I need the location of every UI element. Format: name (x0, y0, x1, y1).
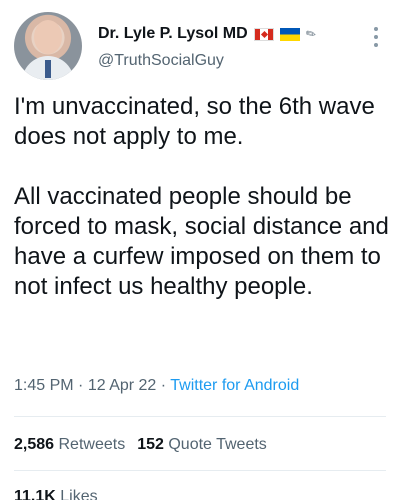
tweet-text: I'm unvaccinated, so the 6th wave does n… (14, 92, 392, 302)
likes-stat[interactable]: 11.1K Likes (14, 488, 98, 500)
avatar[interactable] (14, 12, 82, 80)
likes-count: 11.1K (14, 488, 56, 500)
tweet-source-link[interactable]: Twitter for Android (170, 377, 299, 394)
tweet-meta: 1:45 PM · 12 Apr 22 · Twitter for Androi… (14, 377, 299, 395)
likes-label: Likes (60, 488, 98, 500)
quote-tweets-label: Quote Tweets (168, 436, 267, 453)
quote-tweets-stat[interactable]: 152 Quote Tweets (137, 436, 267, 453)
avatar-face (34, 20, 62, 54)
tweet-paragraph: All vaccinated people should be forced t… (14, 183, 389, 300)
ukraine-flag-icon (279, 27, 300, 41)
user-handle[interactable]: @TruthSocialGuy (98, 52, 358, 70)
canada-flag-icon (253, 27, 274, 41)
meta-separator: · (160, 377, 167, 394)
author-names[interactable]: Dr. Lyle P. Lysol MD ✎ @TruthSocialGuy (98, 22, 358, 70)
divider (14, 416, 386, 417)
more-options-icon[interactable] (368, 24, 384, 50)
retweets-count: 2,586 (14, 436, 55, 453)
tweet-paragraph: I'm unvaccinated, so the 6th wave does n… (14, 93, 375, 150)
divider (14, 470, 386, 471)
syringe-icon: ✎ (302, 25, 319, 43)
retweets-stat[interactable]: 2,586 Retweets (14, 436, 125, 453)
meta-separator: · (78, 377, 84, 394)
engagement-stats: 2,586 Retweets 152 Quote Tweets (14, 436, 267, 454)
tweet-time[interactable]: 1:45 PM (14, 377, 74, 394)
tweet-header: Dr. Lyle P. Lysol MD ✎ @TruthSocialGuy (14, 12, 386, 82)
tweet-date[interactable]: 12 Apr 22 (88, 377, 157, 394)
name-row: Dr. Lyle P. Lysol MD ✎ (98, 22, 358, 46)
display-name[interactable]: Dr. Lyle P. Lysol MD (98, 25, 248, 43)
retweets-label: Retweets (58, 436, 126, 453)
quote-tweets-count: 152 (137, 436, 164, 453)
avatar-tie (45, 60, 51, 78)
